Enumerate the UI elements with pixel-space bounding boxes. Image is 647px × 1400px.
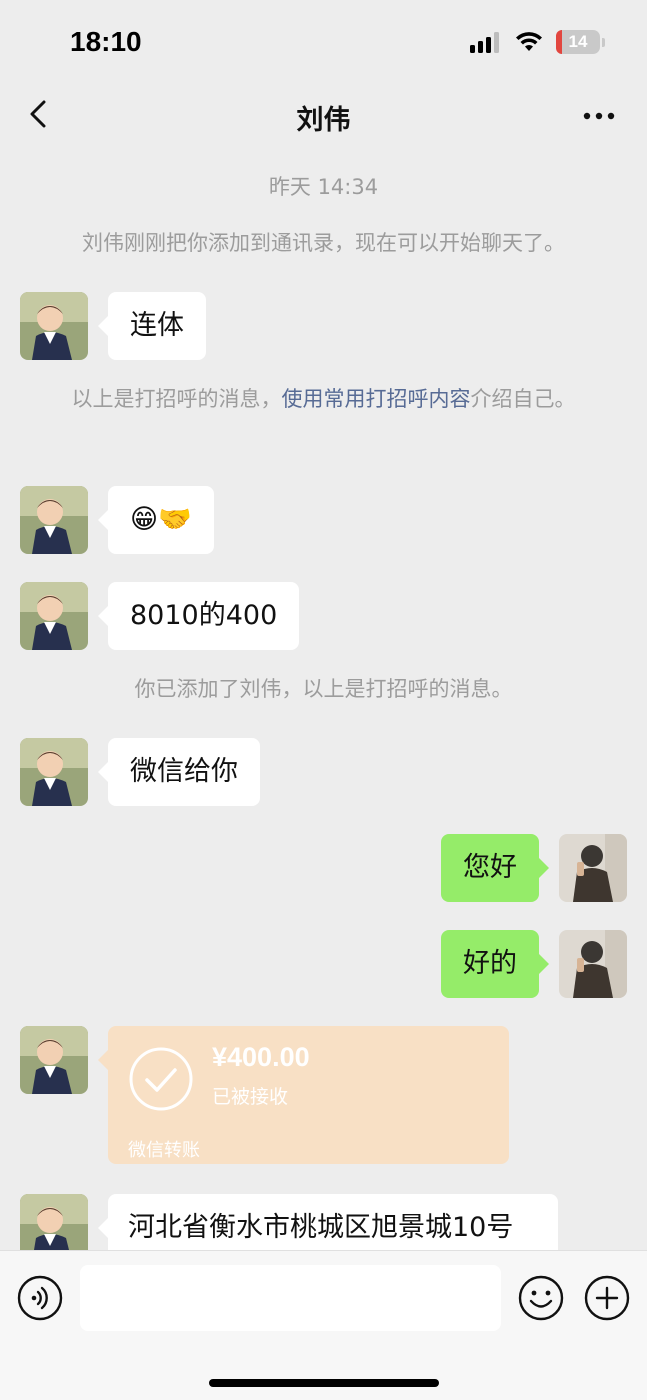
greeting-notice-text: 以上是打招呼的消息，: [71, 387, 282, 411]
self-avatar[interactable]: [559, 834, 627, 902]
contact-avatar[interactable]: [20, 1194, 88, 1250]
more-button[interactable]: [581, 96, 621, 136]
message-bubble[interactable]: 8010的400: [97, 582, 300, 650]
system-notice-added: 刘伟刚刚把你添加到通讯录，现在可以开始聊天了。: [82, 231, 565, 255]
child-avatar-image: [20, 582, 88, 650]
status-time: 18:10: [70, 26, 142, 57]
transfer-card[interactable]: ¥400.00 已被接收 微信转账: [98, 1026, 509, 1164]
battery-tip: [602, 37, 605, 47]
self-avatar-image: [559, 834, 627, 902]
input-bar: [0, 1250, 647, 1400]
home-indicator: [209, 1379, 439, 1387]
emoji-message-bubble[interactable]: 😁🤝: [98, 486, 214, 554]
message-bubble[interactable]: 连体: [98, 292, 206, 360]
more-dots-icon: [583, 112, 615, 120]
common-greeting-link[interactable]: 使用常用打招呼内容: [282, 387, 471, 411]
self-avatar-image: [559, 930, 627, 998]
contact-avatar[interactable]: [20, 1026, 88, 1094]
more-functions-button[interactable]: [584, 1275, 630, 1321]
contact-avatar[interactable]: [20, 486, 88, 554]
address-message-bubble[interactable]: 河北省衡水市桃城区旭景城10号: [98, 1194, 558, 1250]
emoji-icon: [518, 1275, 564, 1321]
battery-level: 14: [568, 32, 588, 51]
contact-avatar[interactable]: [20, 292, 88, 360]
chat-title: 刘伟: [296, 105, 351, 136]
message-input[interactable]: [80, 1265, 501, 1331]
child-avatar-image: [20, 292, 88, 360]
wifi-icon: [516, 32, 542, 51]
cellular-signal-icon: [470, 32, 499, 53]
transfer-label: 微信转账: [128, 1140, 200, 1161]
plus-icon: [584, 1275, 630, 1321]
greeting-notice-tail: 介绍自己。: [470, 387, 576, 411]
system-notice-added-you: 你已添加了刘伟，以上是打招呼的消息。: [134, 677, 513, 701]
child-avatar-image: [20, 486, 88, 554]
self-message-bubble[interactable]: 好的: [441, 930, 549, 998]
self-avatar[interactable]: [559, 930, 627, 998]
self-message-bubble[interactable]: 您好: [441, 834, 549, 902]
battery-icon: 14: [556, 30, 600, 54]
system-notice-greeting: 以上是打招呼的消息，使用常用打招呼内容介绍自己。: [40, 380, 607, 418]
message-bubble[interactable]: 微信给你: [98, 738, 260, 806]
status-icons: 14: [470, 30, 605, 54]
child-avatar-image: [20, 1194, 88, 1250]
transfer-status: 已被接收: [212, 1086, 289, 1108]
check-circle-icon: [129, 1047, 193, 1111]
emoji-button[interactable]: [518, 1275, 564, 1321]
child-avatar-image: [20, 738, 88, 806]
voice-icon: [17, 1275, 63, 1321]
child-avatar-image: [20, 1026, 88, 1094]
timestamp: 昨天 14:34: [268, 175, 379, 199]
address-message-text: 河北省衡水市桃城区旭景城10号: [128, 1212, 514, 1243]
chat-message-list[interactable]: 昨天 14:34 刘伟刚刚把你添加到通讯录，现在可以开始聊天了。 连体 以上是打…: [0, 150, 647, 1250]
transfer-amount: ¥400.00: [212, 1042, 310, 1072]
chat-header: 刘伟: [0, 80, 647, 150]
contact-avatar[interactable]: [20, 582, 88, 650]
contact-avatar[interactable]: [20, 738, 88, 806]
battery-fill: [556, 30, 563, 54]
voice-button[interactable]: [17, 1275, 63, 1321]
status-bar: 18:10 14: [0, 0, 647, 80]
